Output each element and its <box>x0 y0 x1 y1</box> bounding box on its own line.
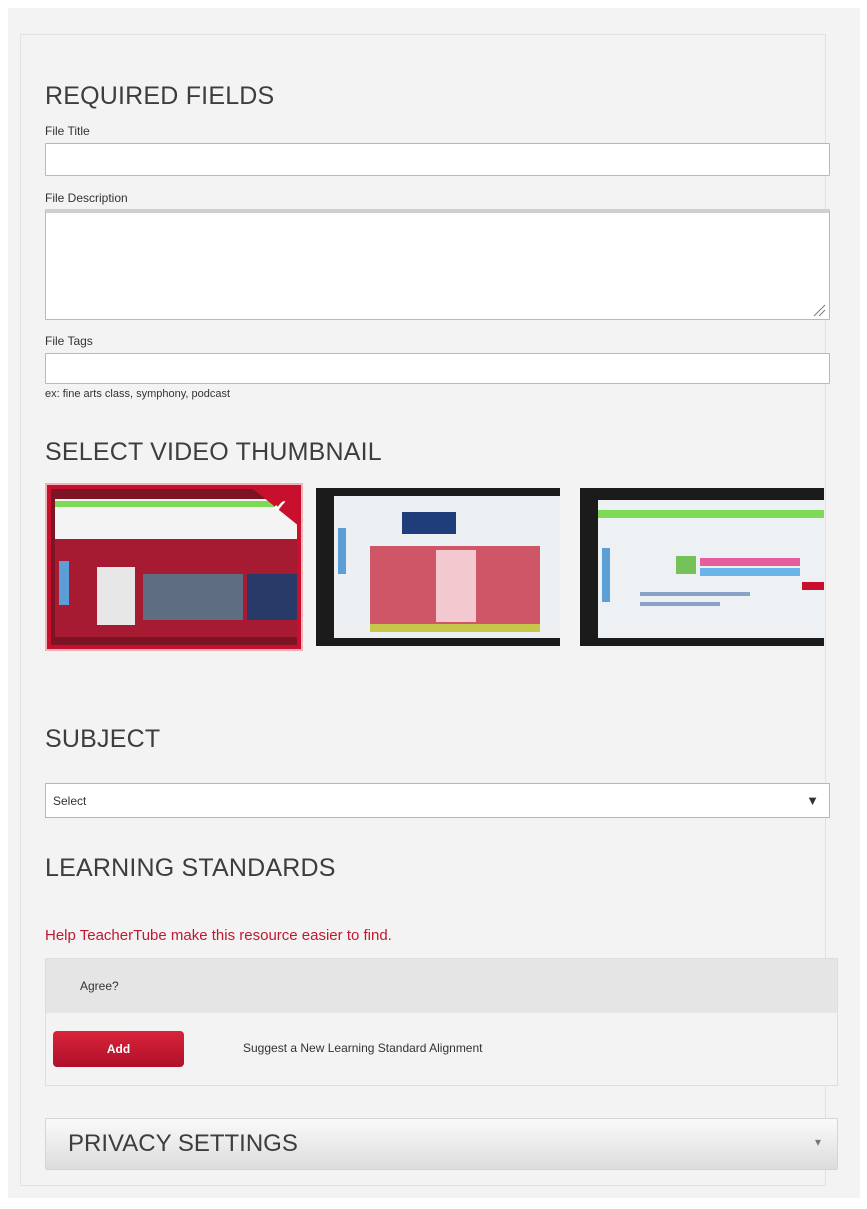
file-description-textarea[interactable] <box>45 209 830 320</box>
thumbnail-3-tile-1 <box>676 556 696 574</box>
file-description-label: File Description <box>45 191 128 205</box>
subject-select[interactable]: Select ▼ <box>45 783 830 818</box>
thumbnail-option-3[interactable] <box>580 488 824 646</box>
checkmark-icon: ✔ <box>273 497 288 516</box>
agree-row[interactable]: Agree? <box>46 959 837 1013</box>
thumbnail-1-banner <box>247 574 297 620</box>
file-title-label: File Title <box>45 124 90 138</box>
thumbnail-2-figure <box>436 550 476 622</box>
required-fields-heading: REQUIRED FIELDS <box>45 82 275 110</box>
thumbnail-3-green-bar <box>598 510 824 518</box>
privacy-settings-heading: PRIVACY SETTINGS <box>68 1130 298 1157</box>
thumbnail-3-tile-row-2 <box>700 568 800 576</box>
subject-heading: SUBJECT <box>45 725 161 753</box>
thumbnail-2-header-image <box>402 512 456 534</box>
file-tags-hint: ex: fine arts class, symphony, podcast <box>45 388 231 400</box>
learning-standards-heading: LEARNING STANDARDS <box>45 854 336 882</box>
subject-select-value: Select <box>53 794 87 808</box>
file-title-input[interactable] <box>45 143 830 176</box>
thumbnail-3-tile-row-1 <box>700 558 800 566</box>
thumbnail-option-2[interactable] <box>316 488 560 646</box>
thumbnail-2-sidebar <box>338 528 346 574</box>
file-tags-label: File Tags <box>45 334 93 348</box>
thumbnail-2-taskbar <box>370 624 540 632</box>
thumbnail-3-button <box>802 582 824 590</box>
learning-standards-box: Agree? Add Suggest a New Learning Standa… <box>45 958 838 1086</box>
thumbnail-1-image <box>143 574 243 620</box>
thumbnail-1-card <box>97 567 135 625</box>
thumbnail-1-sidebar <box>59 561 69 605</box>
privacy-settings-toggle[interactable]: PRIVACY SETTINGS ▾ <box>45 1118 838 1170</box>
learning-standards-help-text: Help TeacherTube make this resource easi… <box>45 927 392 944</box>
chevron-down-icon: ▼ <box>806 793 819 808</box>
file-tags-input[interactable] <box>45 353 830 384</box>
select-thumbnail-heading: SELECT VIDEO THUMBNAIL <box>45 438 382 466</box>
add-standard-button[interactable]: Add <box>53 1031 184 1067</box>
resize-grip-icon[interactable] <box>812 303 826 317</box>
caret-down-icon: ▾ <box>814 1135 821 1149</box>
thumbnail-3-sidebar <box>602 548 610 602</box>
thumbnail-3-text-line-2 <box>640 602 720 606</box>
thumbnail-option-1[interactable]: ✔ <box>47 485 301 649</box>
suggest-standard-link[interactable]: Suggest a New Learning Standard Alignmen… <box>243 1041 483 1055</box>
thumbnail-3-text-line-1 <box>640 592 750 596</box>
